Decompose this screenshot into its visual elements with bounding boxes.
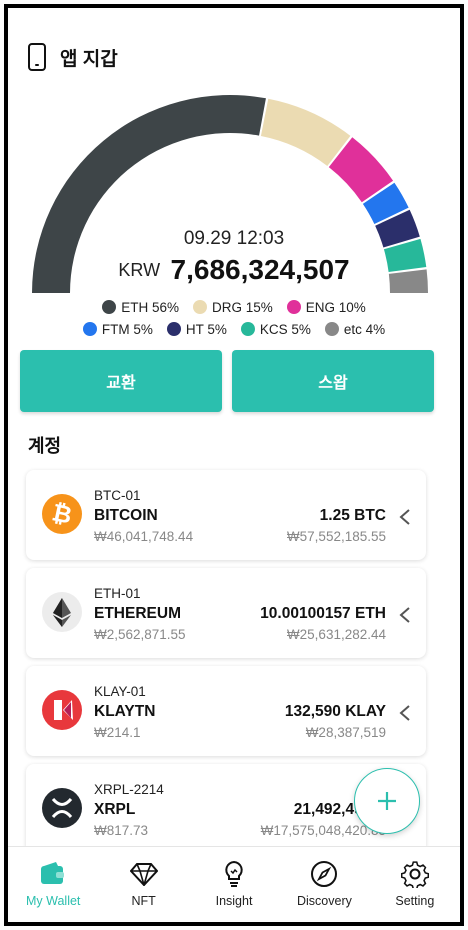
nav-item-discovery[interactable]: Discovery [279,847,369,922]
legend-label: ETH 56% [121,299,179,315]
account-id: KLAY-01 [94,684,146,699]
gear-icon [400,859,430,889]
portfolio-gauge: 09.29 12:03 KRW 7,686,324,507 [8,88,460,298]
coin-amount: 132,590 KLAY [284,703,386,720]
nav-label: Setting [395,894,435,908]
coin-name: XRPL [94,801,136,818]
diamond-icon [129,859,159,889]
legend-item-ftm: FTM 5% [82,321,153,337]
account-id: BTC-01 [94,488,141,503]
exchange-button[interactable]: 교환 [20,350,222,412]
wallet-screen: 앱 지갑 09.29 12:03 KRW 7,686,324,507 ETH 5… [8,8,460,922]
legend-item-drg: DRG 15% [192,299,273,315]
chart-legend: ETH 56% DRG 15% ENG 10% FTM 5% HT 5% KCS… [8,296,460,340]
nav-item-insight[interactable]: Insight [189,847,279,922]
nav-label: My Wallet [26,894,81,908]
coin-name: ETHEREUM [94,605,181,622]
account-id: XRPL-2214 [94,782,164,797]
gauge-segment-drg [260,98,351,166]
legend-dot [240,322,255,336]
plus-icon [378,792,396,810]
chevron-left-icon[interactable] [398,606,412,624]
legend-dot [166,322,181,336]
phone-icon [28,43,46,71]
coin-price: ₩46,041,748.44 [94,529,194,544]
lightbulb-icon [219,859,249,889]
legend-label: FTM 5% [101,321,153,337]
coin-price: ₩817.73 [94,823,149,838]
snapshot-datetime: 09.29 12:03 [183,228,285,249]
nav-label: Insight [215,894,253,908]
account-card-eth[interactable]: ETH-01 ETHEREUM ₩2,562,871.55 10.0010015… [26,568,426,658]
legend-dot [192,300,207,314]
coin-price: ₩214.1 [94,725,141,740]
coin-name: KLAYTN [94,703,156,720]
chevron-left-icon[interactable] [398,704,412,722]
legend-row-2: FTM 5% HT 5% KCS 5% etc 4% [8,318,460,340]
klaytn-icon [42,690,82,730]
legend-label: HT 5% [185,321,227,337]
header: 앱 지갑 [28,40,118,74]
legend-label: etc 4% [343,321,386,337]
legend-row-1: ETH 56% DRG 15% ENG 10% [8,296,460,318]
page-title: 앱 지갑 [60,48,118,70]
coin-name: BITCOIN [94,507,158,524]
compass-icon [309,859,339,889]
legend-item-eng: ENG 10% [286,299,366,315]
bottom-nav: My Wallet NFT Insight Discovery Setting [8,846,460,922]
wallet-icon [38,859,68,889]
legend-label: DRG 15% [211,299,273,315]
action-buttons: 교환 스왑 [20,350,434,412]
coin-amount: 10.00100157 ETH [260,605,386,622]
coin-value: ₩57,552,185.55 [286,529,386,544]
nav-item-nft[interactable]: NFT [98,847,188,922]
nav-label: Discovery [296,894,352,908]
nav-item-setting[interactable]: Setting [370,847,460,922]
coin-value: ₩28,387,519 [305,725,386,740]
legend-dot [286,300,301,314]
legend-dot [324,322,339,336]
xrp-icon [42,788,82,828]
account-id: ETH-01 [94,586,141,601]
bitcoin-icon: ₿ [42,494,82,534]
legend-label: KCS 5% [259,321,311,337]
chevron-left-icon[interactable] [398,508,412,526]
add-account-button[interactable] [354,768,420,834]
legend-label: ENG 10% [305,299,366,315]
account-card-btc[interactable]: ₿ BTC-01 BITCOIN ₩46,041,748.44 1.25 BTC… [26,470,426,560]
nav-label: NFT [131,894,156,908]
coin-value: ₩25,631,282.44 [286,627,386,642]
nav-item-my-wallet[interactable]: My Wallet [8,847,98,922]
total-value: 7,686,324,507 [170,254,350,285]
legend-item-kcs: KCS 5% [240,321,311,337]
legend-dot [82,322,97,336]
swap-button[interactable]: 스왑 [232,350,434,412]
legend-item-eth: ETH 56% [102,300,179,315]
device-frame: 앱 지갑 09.29 12:03 KRW 7,686,324,507 ETH 5… [4,4,464,926]
legend-item-etc: etc 4% [324,321,386,337]
ethereum-icon [42,592,82,632]
svg-text:₿: ₿ [50,498,75,529]
currency-label: KRW [118,259,161,280]
accounts-title: 계정 [28,436,62,456]
account-card-klay[interactable]: KLAY-01 KLAYTN ₩214.1 132,590 KLAY ₩28,3… [26,666,426,756]
legend-item-ht: HT 5% [166,321,227,337]
total-balance: KRW 7,686,324,507 [8,254,460,286]
legend-dot [102,300,117,314]
coin-price: ₩2,562,871.55 [94,627,186,642]
coin-amount: 1.25 BTC [319,507,386,524]
